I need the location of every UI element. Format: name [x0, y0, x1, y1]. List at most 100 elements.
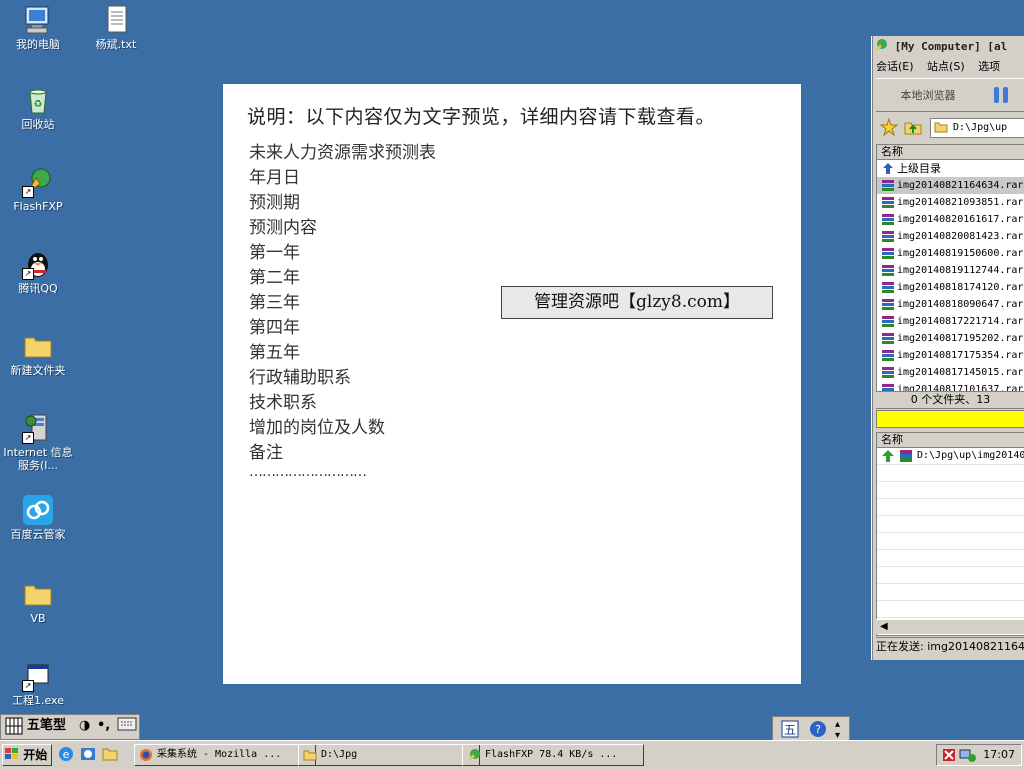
ie-icon[interactable]: e — [58, 746, 74, 762]
desktop-icon-iis[interactable]: ↗ Internet 信息服务(I... — [0, 412, 76, 472]
explorer-folder-icon[interactable] — [102, 746, 118, 762]
taskbar-task-firefox[interactable]: 采集系统 - Mozilla ... — [134, 744, 316, 766]
flashfxp-icon — [875, 39, 887, 51]
preview-line: 未来人力资源需求预测表 — [249, 143, 436, 163]
file-row[interactable]: img20140817175354.rar — [877, 347, 1024, 364]
desktop-icon-text-file[interactable]: 杨斌.txt — [78, 4, 154, 51]
desktop-icon-vb[interactable]: VB — [0, 578, 76, 625]
file-name: img20140817175354.rar — [897, 350, 1024, 361]
ftp-menu-bar: 会话(E) 站点(S) 选项 — [876, 58, 1024, 76]
shortcut-arrow-icon: ↗ — [22, 268, 34, 280]
pause-icon[interactable] — [992, 85, 1010, 105]
file-name: img20140819112744.rar — [897, 265, 1024, 276]
help-icon[interactable]: ? — [809, 720, 827, 741]
preview-line: 第四年 — [249, 318, 300, 338]
queue-header-name[interactable]: 名称 — [877, 433, 1024, 448]
parent-directory-row[interactable]: 上级目录 — [877, 160, 1024, 177]
watermark-banner: 管理资源吧【glzy8.com】 — [501, 286, 773, 319]
ftp-title-bar[interactable]: [My Computer] [al — [874, 38, 1024, 56]
baidu-cloud-icon — [22, 494, 54, 526]
svg-text:五: 五 — [784, 723, 796, 737]
preview-line: 增加的岗位及人数 — [249, 418, 385, 438]
file-row[interactable]: img20140818090647.rar — [877, 296, 1024, 313]
folder-icon — [303, 748, 317, 762]
desktop-icon-recycle-bin[interactable]: ♻ 回收站 — [0, 84, 76, 131]
file-name: img20140817195202.rar — [897, 333, 1024, 344]
desktop-icon-baidu-cloud[interactable]: 百度云管家 — [0, 494, 76, 541]
file-row[interactable]: img20140817101637.rar — [877, 381, 1024, 392]
menu-options[interactable]: 选项 — [978, 60, 1000, 73]
scroll-left-icon[interactable]: ◀ — [880, 621, 888, 632]
ime-grid-icon[interactable] — [5, 717, 23, 735]
queue-item-path: D:\Jpg\up\img20140 — [917, 450, 1024, 461]
preview-line: 第三年 — [249, 293, 300, 313]
file-name: img20140817101637.rar — [897, 384, 1024, 392]
wubi-ime-icon[interactable]: 五 — [781, 720, 799, 741]
desktop-icon-new-folder[interactable]: 新建文件夹 — [0, 330, 76, 377]
menu-session[interactable]: 会话(E) — [876, 60, 914, 73]
desktop-icon-label: 我的电脑 — [16, 38, 60, 51]
qq-penguin-icon: ↗ — [22, 248, 54, 280]
queue-empty-row — [877, 516, 1024, 533]
file-row[interactable]: img20140817195202.rar — [877, 330, 1024, 347]
preview-line: 第五年 — [249, 343, 300, 363]
text-file-icon — [100, 4, 132, 36]
queue-empty-row — [877, 584, 1024, 601]
outlook-icon[interactable] — [80, 746, 96, 762]
folder-up-icon[interactable] — [904, 118, 922, 139]
file-row[interactable]: img20140820161617.rar — [877, 211, 1024, 228]
keyboard-icon[interactable] — [117, 717, 137, 735]
start-button[interactable]: 开始 — [2, 744, 52, 766]
queue-empty-row — [877, 550, 1024, 567]
task-label: 采集系统 - Mozilla ... — [157, 749, 282, 760]
ftp-toolbar: 本地浏览器 — [876, 78, 1024, 112]
my-computer-icon — [22, 4, 54, 36]
svg-text:♻: ♻ — [34, 99, 43, 110]
file-name: img20140818174120.rar — [897, 282, 1024, 293]
queue-empty-row — [877, 482, 1024, 499]
ime-mode-label[interactable]: 五笔型 — [27, 717, 66, 735]
file-row[interactable]: img20140817145015.rar — [877, 364, 1024, 381]
file-row[interactable]: img20140819150600.rar — [877, 245, 1024, 262]
clock[interactable]: 17:07 — [983, 745, 1015, 765]
favorites-star-icon[interactable] — [879, 117, 899, 139]
shortcut-arrow-icon: ↗ — [22, 680, 34, 692]
local-browser-button[interactable]: 本地浏览器 — [878, 83, 978, 109]
flashfxp-window: [My Computer] [al 会话(E) 站点(S) 选项 本地浏览器 D… — [871, 36, 1024, 660]
iis-icon: ↗ — [22, 412, 54, 444]
parent-directory-label: 上级目录 — [897, 162, 941, 175]
moon-icon[interactable]: ◑ — [79, 717, 90, 735]
menu-sites[interactable]: 站点(S) — [927, 60, 965, 73]
preview-line: 第二年 — [249, 268, 300, 288]
preview-line: 预测内容 — [249, 218, 317, 238]
file-name: img20140819150600.rar — [897, 248, 1024, 259]
horizontal-scrollbar[interactable]: ◀ — [876, 619, 1024, 634]
preview-line: 行政辅助职系 — [249, 368, 351, 388]
file-row[interactable]: img20140821164634.rar — [877, 177, 1024, 194]
file-row[interactable]: img20140819112744.rar — [877, 262, 1024, 279]
folder-icon — [22, 330, 54, 362]
file-list-header-name[interactable]: 名称 — [877, 145, 1024, 160]
desktop: 我的电脑 杨斌.txt ♻ 回收站 ↗ FlashFXP ↗ 腾讯QQ 新建文件… — [0, 0, 1024, 742]
punctuation-icon[interactable]: •, — [97, 717, 110, 735]
file-row[interactable]: img20140821093851.rar — [877, 194, 1024, 211]
desktop-icon-qq[interactable]: ↗ 腾讯QQ — [0, 248, 76, 295]
desktop-icon-flashfxp[interactable]: ↗ FlashFXP — [0, 166, 76, 213]
ftp-title-text: [My Computer] [al — [894, 40, 1008, 53]
file-row[interactable]: img20140820081423.rar — [877, 228, 1024, 245]
rar-archive-icon — [881, 332, 895, 345]
rar-archive-icon — [881, 298, 895, 311]
desktop-icon-my-computer[interactable]: 我的电脑 — [0, 4, 76, 51]
file-row[interactable]: img20140817221714.rar — [877, 313, 1024, 330]
options-arrow-icon[interactable]: ▴ ▾ — [835, 719, 840, 741]
desktop-icon-label: FlashFXP — [13, 200, 63, 213]
desktop-icon-exe[interactable]: ↗ 工程1.exe — [0, 660, 76, 707]
file-row[interactable]: img20140818174120.rar — [877, 279, 1024, 296]
taskbar-task-explorer[interactable]: D:\Jpg — [298, 744, 480, 766]
document-preview: 说明：以下内容仅为文字预览，详细内容请下载查看。 未来人力资源需求预测表 年月日… — [223, 84, 801, 684]
tray-app-icon[interactable] — [941, 747, 957, 766]
network-activity-icon[interactable] — [959, 747, 977, 766]
queue-item[interactable]: D:\Jpg\up\img20140 — [877, 448, 1024, 465]
queue-empty-row — [877, 567, 1024, 584]
taskbar-task-flashfxp[interactable]: FlashFXP 78.4 KB/s ... — [462, 744, 644, 766]
